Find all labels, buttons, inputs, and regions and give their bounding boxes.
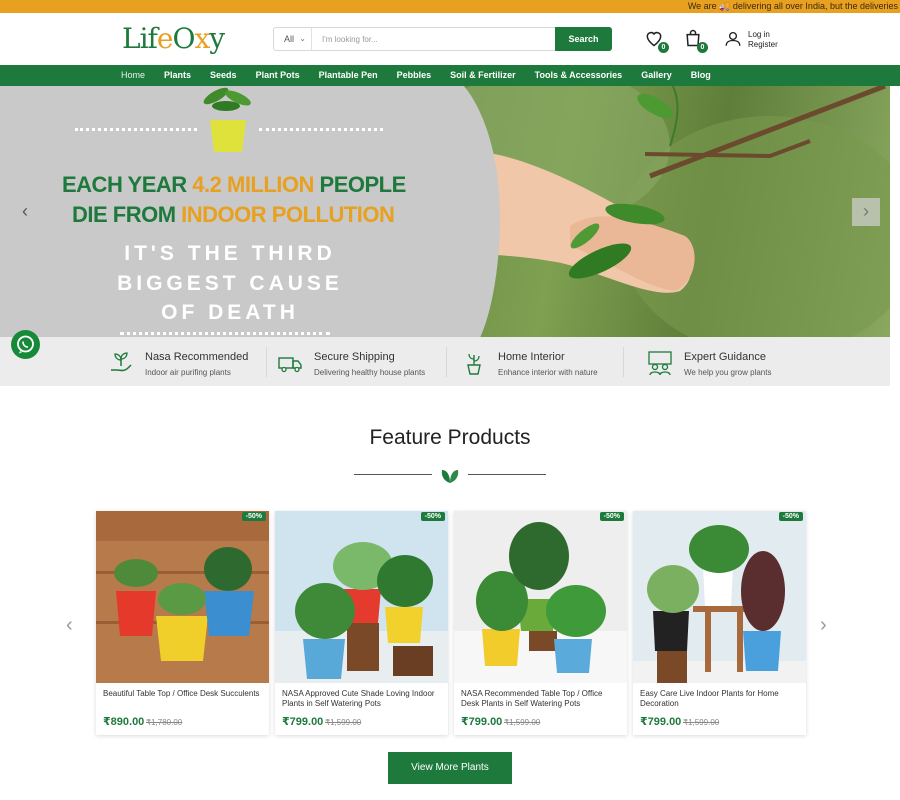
feature-title: Nasa Recommended — [145, 351, 249, 363]
nav-item-blog[interactable]: Blog — [691, 65, 711, 86]
hero-subline-2: BIGGEST CAUSE — [117, 272, 343, 295]
decorative-dots-bottom — [120, 332, 330, 336]
product-old-price: ₹1,599.00 — [325, 718, 362, 727]
decorative-dots-left — [75, 128, 197, 132]
products-next-button[interactable]: › — [820, 614, 827, 637]
search-category-label: All — [284, 34, 295, 44]
feature-title: Secure Shipping — [314, 351, 395, 363]
product-old-price: ₹1,599.00 — [683, 718, 720, 727]
potted-plant-image — [203, 87, 251, 152]
product-price: ₹890.00 — [103, 716, 145, 728]
product-name[interactable]: Easy Care Live Indoor Plants for Home De… — [640, 689, 800, 709]
decorative-dots-right — [259, 128, 383, 132]
whatsapp-icon — [17, 335, 34, 354]
features-strip: Nasa Recommended Indoor air purifing pla… — [0, 337, 890, 386]
feature-subtitle: Delivering healthy house plants — [314, 368, 426, 377]
product-card[interactable]: -50% Beautiful Table Top / Office Desk S… — [96, 511, 269, 735]
hero-slider: EACH YEAR 4.2 MILLION PEOPLE DIE FROM IN… — [0, 86, 890, 337]
nav-item-plants[interactable]: Plants — [164, 65, 191, 86]
wishlist-count-badge: 0 — [658, 42, 669, 53]
slider-prev-button[interactable]: ‹ — [11, 198, 39, 226]
product-image[interactable] — [275, 511, 448, 683]
site-logo[interactable]: LifeOxy — [122, 22, 225, 55]
product-card[interactable]: -50% Easy Care Live Indoor Plants for Ho… — [633, 511, 806, 735]
hero-subline-3: OF DEATH — [161, 301, 299, 324]
title-divider-left — [354, 474, 432, 475]
search-bar: All ⌄ Search — [273, 27, 612, 51]
product-name[interactable]: NASA Approved Cute Shade Loving Indoor P… — [282, 689, 442, 709]
feature-divider — [446, 347, 447, 377]
product-image[interactable] — [96, 511, 269, 683]
cart-button[interactable]: 0 — [683, 28, 708, 53]
site-header: LifeOxy All ⌄ Search 0 0 Log in Register — [0, 13, 900, 65]
feature-subtitle: Enhance interior with nature — [498, 368, 598, 377]
view-more-plants-button[interactable]: View More Plants — [388, 752, 512, 784]
truck-icon — [278, 357, 302, 373]
feature-subtitle: Indoor air purifing plants — [145, 368, 231, 377]
cart-count-badge: 0 — [697, 42, 708, 53]
products-prev-button[interactable]: ‹ — [66, 614, 73, 637]
user-icon — [725, 31, 741, 46]
register-link[interactable]: Register — [748, 40, 778, 50]
product-name[interactable]: Beautiful Table Top / Office Desk Succul… — [103, 689, 263, 699]
hero-curve-shape — [380, 86, 500, 337]
feature-title: Expert Guidance — [684, 351, 766, 363]
feature-title: Home Interior — [498, 351, 565, 363]
chevron-down-icon: ⌄ — [299, 34, 306, 43]
search-input[interactable] — [314, 30, 549, 48]
feature-subtitle: We help you grow plants — [684, 368, 772, 377]
product-price: ₹799.00 — [461, 716, 503, 728]
search-category-select[interactable]: All ⌄ — [274, 28, 312, 50]
product-image[interactable] — [633, 511, 806, 683]
title-divider-right — [468, 474, 546, 475]
hero-headline-1: EACH YEAR 4.2 MILLION PEOPLE — [62, 172, 406, 197]
announcement-text: We are 🚚 delivering all over India, but … — [687, 1, 898, 11]
nav-items: Home Plants Seeds Plant Pots Plantable P… — [121, 65, 730, 86]
discount-badge: -50% — [241, 512, 266, 521]
nav-item-plant-pots[interactable]: Plant Pots — [256, 65, 300, 86]
account-link[interactable]: Log in Register — [724, 29, 794, 51]
whatsapp-button[interactable] — [11, 330, 40, 359]
product-old-price: ₹1,599.00 — [504, 718, 541, 727]
nav-item-soil-fertilizer[interactable]: Soil & Fertilizer — [450, 65, 516, 86]
product-price: ₹799.00 — [282, 716, 324, 728]
nav-item-seeds[interactable]: Seeds — [210, 65, 237, 86]
login-link[interactable]: Log in — [748, 30, 778, 40]
feature-divider — [623, 347, 624, 377]
nav-item-pebbles[interactable]: Pebbles — [397, 65, 432, 86]
nav-item-home[interactable]: Home — [121, 65, 145, 86]
leaf-icon — [441, 470, 459, 483]
feature-divider — [266, 347, 267, 377]
product-image[interactable] — [454, 511, 627, 683]
hand-plant-icon — [111, 352, 132, 372]
section-title: Feature Products — [369, 426, 531, 449]
discount-badge: -50% — [599, 512, 624, 521]
discount-badge: -50% — [778, 512, 803, 521]
main-nav: Home Plants Seeds Plant Pots Plantable P… — [0, 65, 900, 86]
hero-subline-1: IT'S THE THIRD — [124, 242, 336, 265]
product-price: ₹799.00 — [640, 716, 682, 728]
nav-item-tools-accessories[interactable]: Tools & Accessories — [535, 65, 623, 86]
product-old-price: ₹1,780.00 — [146, 718, 183, 727]
product-name[interactable]: NASA Recommended Table Top / Office Desk… — [461, 689, 621, 709]
wishlist-button[interactable]: 0 — [644, 28, 669, 53]
nav-item-plantable-pen[interactable]: Plantable Pen — [319, 65, 378, 86]
product-card[interactable]: -50% NASA Recommended Table Top / Office… — [454, 511, 627, 735]
announcement-bar: We are 🚚 delivering all over India, but … — [0, 0, 900, 13]
slider-next-button[interactable]: › — [852, 198, 880, 226]
hero-headline-2: DIE FROM INDOOR POLLUTION — [72, 202, 395, 227]
nav-item-gallery[interactable]: Gallery — [641, 65, 672, 86]
search-button[interactable]: Search — [555, 27, 612, 51]
discount-badge: -50% — [420, 512, 445, 521]
expert-icon — [648, 351, 672, 376]
product-card[interactable]: -50% NASA Approved Cute Shade Loving Ind… — [275, 511, 448, 735]
potted-plant-icon — [467, 353, 481, 375]
